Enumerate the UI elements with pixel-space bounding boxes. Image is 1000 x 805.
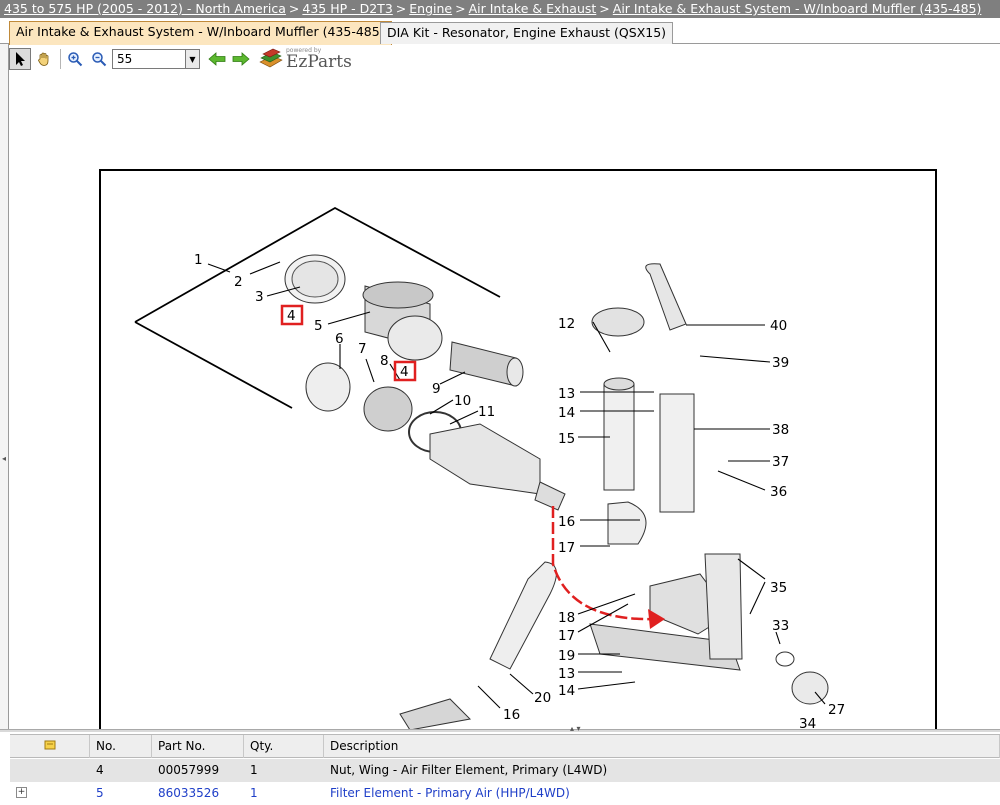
cell-no: 4 [96, 763, 104, 777]
callout-label[interactable]: 12 [558, 316, 575, 332]
zoom-level-value: 55 [117, 52, 133, 66]
exhaust-tube-part[interactable] [399, 263, 829, 730]
row-icon-cell [10, 759, 90, 782]
tab-air-intake-exhaust-system[interactable]: Air Intake & Exhaust System - W/Inboard … [9, 21, 392, 45]
cell-part-no: 86033526 [158, 786, 220, 800]
callout-label[interactable]: 40 [770, 318, 787, 334]
callout-label[interactable]: 16 [558, 514, 575, 530]
books-logo-icon [259, 48, 283, 68]
breadcrumb-link-engine-variant[interactable]: 435 HP - D2T3 [302, 1, 392, 16]
callout-label[interactable]: 27 [828, 702, 845, 718]
column-header-icon[interactable] [10, 734, 90, 758]
callout-label[interactable]: 15 [558, 431, 575, 447]
callout-label[interactable]: 2 [234, 274, 243, 290]
breadcrumb-separator: > [455, 1, 466, 16]
callout-label[interactable]: 14 [558, 405, 575, 421]
breadcrumb: 435 to 575 HP (2005 - 2012) - North Amer… [0, 0, 1000, 18]
assembly-bracket-line [134, 321, 293, 409]
chevron-down-icon[interactable]: ▼ [185, 50, 199, 68]
callout-label[interactable]: 16 [503, 707, 520, 723]
diagram-tabs: Air Intake & Exhaust System - W/Inboard … [0, 20, 1000, 45]
breadcrumb-link-engine[interactable]: Engine [409, 1, 452, 16]
parts-table-header: No. Part No. Qty. Description [10, 734, 1000, 758]
breadcrumb-separator: > [288, 1, 300, 16]
cell-no: 5 [96, 786, 104, 800]
horizontal-splitter[interactable]: ▴ ▾ [0, 724, 1000, 733]
tab-dia-kit-resonator[interactable]: DIA Kit - Resonator, Engine Exhaust (QSX… [380, 22, 674, 44]
callout-label[interactable]: 37 [772, 454, 789, 470]
callout-label[interactable]: 34 [799, 716, 816, 730]
primary-filter-element-part[interactable] [362, 281, 443, 361]
diagram-toolbar: 55 ▼ powered by EzParts [9, 46, 352, 72]
callout-label[interactable]: 10 [454, 393, 471, 409]
callout-label[interactable]: 13 [558, 386, 575, 402]
column-header-part-no[interactable]: Part No. [152, 734, 244, 758]
select-pointer-button[interactable] [9, 48, 31, 70]
callout-label[interactable]: 36 [770, 484, 787, 500]
zoom-level-select[interactable]: 55 ▼ [112, 49, 200, 69]
toolbar-separator [60, 49, 61, 69]
zoom-in-button[interactable] [64, 48, 86, 70]
pan-hand-button[interactable] [33, 48, 55, 70]
table-row[interactable]: 4 00057999 1 Nut, Wing - Air Filter Elem… [10, 759, 1000, 782]
breadcrumb-link-air-intake[interactable]: Air Intake & Exhaust [469, 1, 597, 16]
callout-label[interactable]: 6 [335, 331, 344, 347]
pointer-icon [16, 52, 25, 66]
cell-description: Nut, Wing - Air Filter Element, Primary … [330, 763, 608, 777]
callout-label[interactable]: 33 [772, 618, 789, 634]
callout-label[interactable]: 19 [558, 648, 575, 664]
arrow-left-icon [208, 52, 226, 66]
zoom-out-icon [92, 52, 107, 67]
hand-icon [38, 52, 49, 66]
diagram-drawing: 1 2 3 4 5 6 7 8 4 9 10 11 12 13 14 15 16… [99, 169, 937, 730]
callout-label[interactable]: 5 [314, 318, 323, 334]
secondary-filter-element-part[interactable] [449, 341, 524, 387]
callout-label[interactable]: 20 [534, 690, 551, 706]
column-header-description[interactable]: Description [324, 734, 1000, 758]
parts-table: No. Part No. Qty. Description 4 00057999… [10, 734, 1000, 805]
column-header-no[interactable]: No. [90, 734, 152, 758]
breadcrumb-separator: > [395, 1, 407, 16]
callout-label[interactable]: 11 [478, 404, 495, 420]
splitter-grip-icon: ◂ [2, 454, 7, 463]
callout-label[interactable]: 17 [558, 540, 575, 556]
cell-qty: 1 [250, 786, 258, 800]
exploded-parts-diagram[interactable]: 1 2 3 4 5 6 7 8 4 9 10 11 12 13 14 15 16… [10, 74, 1000, 730]
cell-part-no: 00057999 [158, 763, 220, 777]
callout-label[interactable]: 13 [558, 666, 575, 682]
callout-label[interactable]: 38 [772, 422, 789, 438]
breadcrumb-link-model[interactable]: 435 to 575 HP (2005 - 2012) - North Amer… [4, 1, 286, 16]
splitter-grip-icon: ▴ ▾ [570, 724, 581, 733]
brand-name: EzParts [286, 51, 352, 72]
previous-button[interactable] [206, 48, 228, 70]
cell-qty: 1 [250, 763, 258, 777]
callout-label[interactable]: 1 [194, 252, 203, 268]
next-button[interactable] [230, 48, 252, 70]
ezparts-logo: powered by EzParts [258, 47, 352, 72]
parts-catalog-window: 435 to 575 HP (2005 - 2012) - North Amer… [0, 0, 1000, 805]
breadcrumb-link-current-page[interactable]: Air Intake & Exhaust System - W/Inboard … [613, 1, 982, 16]
arrow-right-icon [232, 52, 250, 66]
table-row[interactable]: 5 86033526 1 Filter Element - Primary Ai… [10, 782, 1000, 805]
callout-label[interactable]: 39 [772, 355, 789, 371]
callout-label[interactable]: 18 [558, 610, 575, 626]
note-icon [44, 740, 55, 749]
callout-label[interactable]: 8 [380, 353, 389, 369]
zoom-in-icon [68, 52, 83, 67]
callout-label[interactable]: 35 [770, 580, 787, 596]
callout-label[interactable]: 3 [255, 289, 264, 305]
callout-label[interactable]: 17 [558, 628, 575, 644]
callout-label-highlighted[interactable]: 4 [287, 308, 296, 324]
callout-label[interactable]: 14 [558, 683, 575, 699]
cell-description: Filter Element - Primary Air (HHP/L4WD) [330, 786, 570, 800]
column-header-qty[interactable]: Qty. [244, 734, 324, 758]
zoom-out-button[interactable] [88, 48, 110, 70]
left-splitter[interactable]: ◂ [0, 44, 9, 730]
callout-label[interactable]: 9 [432, 381, 441, 397]
expand-row-icon[interactable]: + [16, 787, 27, 798]
breadcrumb-separator: > [599, 1, 610, 16]
callout-label-highlighted[interactable]: 4 [400, 364, 409, 380]
callout-label[interactable]: 7 [358, 341, 367, 357]
filter-cover-part[interactable] [284, 254, 346, 304]
